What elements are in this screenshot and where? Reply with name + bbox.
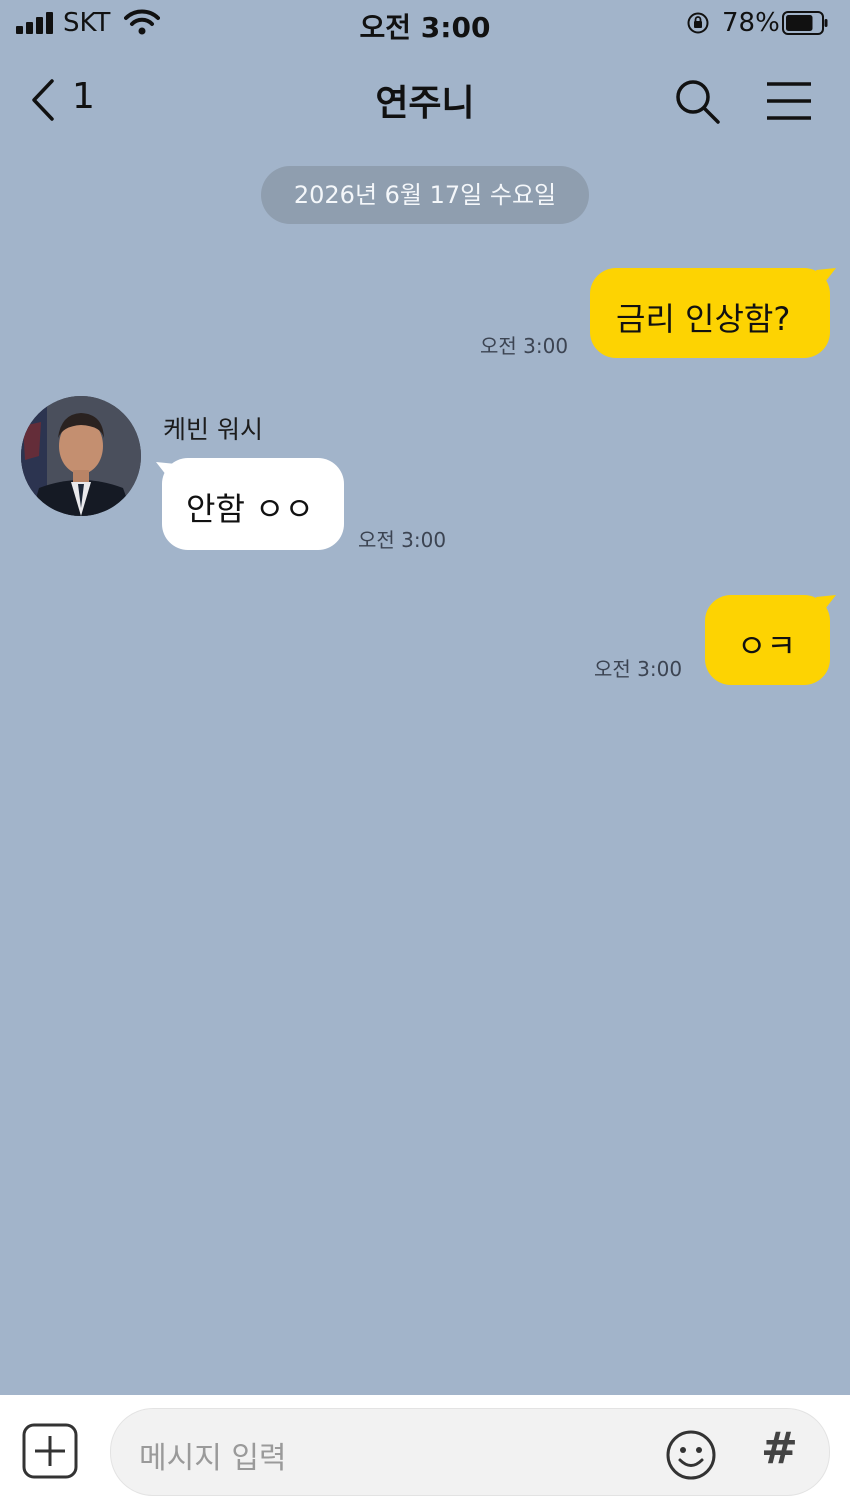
avatar[interactable] — [21, 396, 141, 516]
message-text: 금리 인상함? — [616, 300, 791, 338]
my-message-bubble[interactable]: 금리 인상함? — [590, 268, 830, 358]
unread-count: 1 — [72, 76, 95, 117]
message-text: 안함 ㅇㅇ — [186, 490, 314, 528]
date-divider: 2026년 6월 17일 수요일 — [261, 166, 589, 224]
battery-percent: 78% — [722, 8, 780, 38]
message-text: ㅇㅋ — [737, 627, 796, 665]
chat-title: 연주니 — [375, 83, 475, 124]
message-time: 오전 3:00 — [480, 334, 569, 358]
back-button[interactable]: 1 — [28, 76, 98, 126]
plus-icon[interactable] — [22, 1423, 78, 1479]
menu-icon[interactable] — [764, 78, 814, 124]
their-message-bubble[interactable]: 안함 ㅇㅇ — [162, 458, 344, 550]
message-input-placeholder: 메시지 입력 — [139, 1441, 287, 1476]
status-bar: SKT 오전 3:00 78% — [0, 0, 850, 48]
search-icon[interactable] — [672, 76, 722, 126]
battery-icon — [782, 11, 828, 35]
chat-header: 1 연주니 — [0, 60, 850, 140]
message-time: 오전 3:00 — [358, 528, 447, 552]
bubble-tail — [816, 268, 836, 286]
back-chevron-icon — [32, 79, 54, 121]
message-input-bar: 메시지 입력 # — [0, 1395, 850, 1511]
message-input[interactable]: 메시지 입력 # — [110, 1408, 830, 1496]
my-message-bubble[interactable]: ㅇㅋ — [705, 595, 830, 685]
hash-icon[interactable]: # — [761, 1423, 798, 1474]
profile-photo — [21, 396, 141, 516]
sender-name: 케빈 워시 — [163, 415, 263, 444]
emoji-icon[interactable] — [665, 1429, 717, 1481]
bubble-tail — [816, 595, 836, 613]
message-time: 오전 3:00 — [594, 657, 683, 681]
orientation-lock-icon — [687, 12, 709, 34]
